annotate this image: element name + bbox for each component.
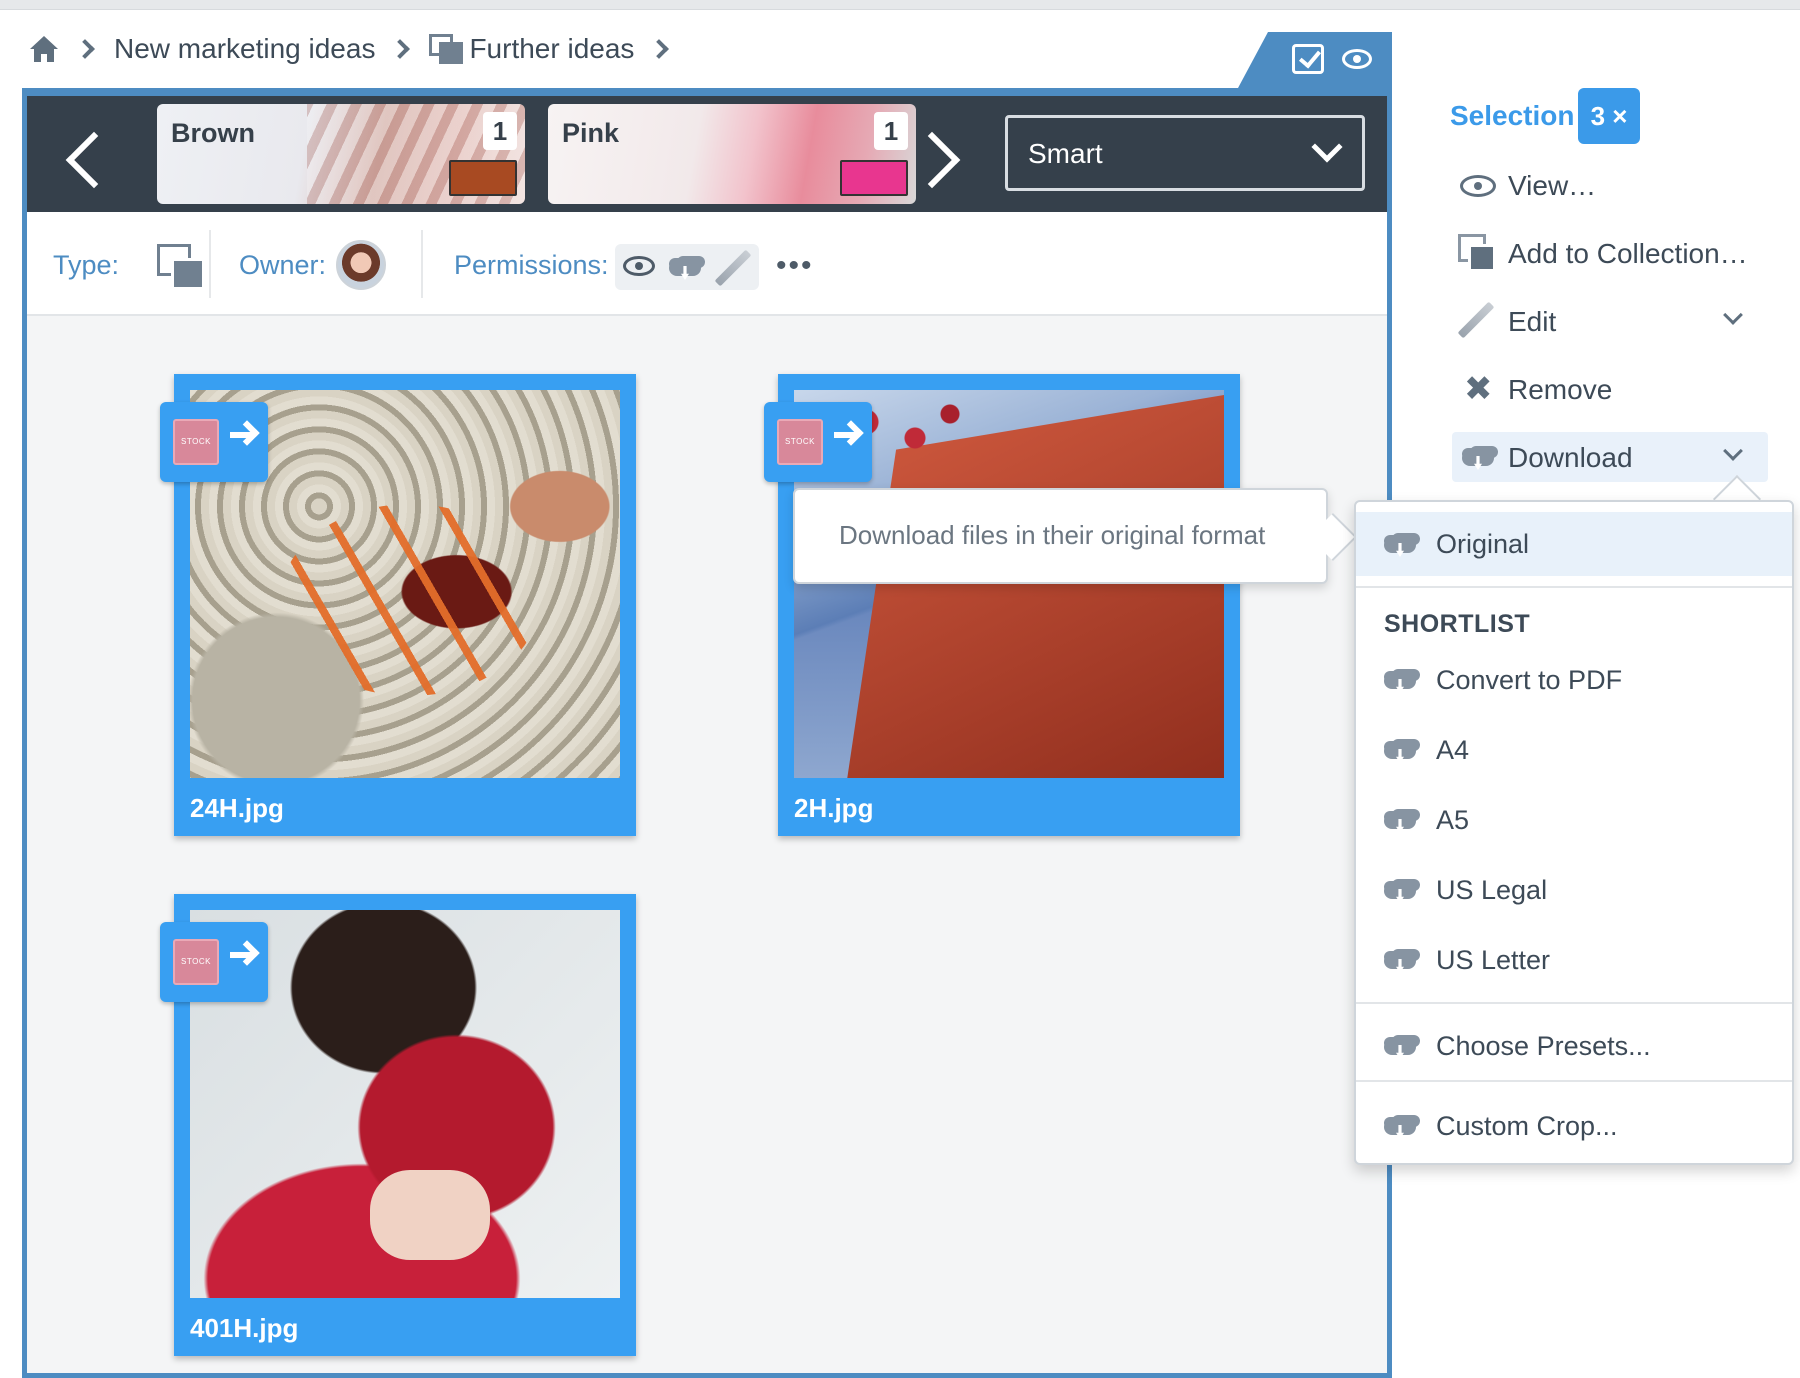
tooltip-text: Download files in their original format [839, 520, 1266, 550]
color-filter-count: 1 [874, 112, 908, 150]
remove-action[interactable]: ✖ Remove [1452, 364, 1768, 414]
a4-option[interactable]: A4 [1356, 718, 1792, 782]
color-chip [840, 160, 908, 196]
add-to-collection-label: Add to Collection… [1508, 238, 1748, 269]
remove-action-label: Remove [1508, 374, 1613, 405]
close-icon: ✖ [1464, 370, 1493, 408]
option-label: Original [1436, 529, 1530, 559]
sort-select[interactable]: Smart [1005, 115, 1365, 191]
asset-filename: 401H.jpg [190, 1313, 299, 1343]
asset-filename: 2H.jpg [794, 793, 874, 823]
us-legal-option[interactable]: US Legal [1356, 858, 1792, 922]
select-mode-icon[interactable] [1292, 44, 1324, 74]
divider [1356, 1080, 1792, 1082]
chevron-right-icon [649, 39, 670, 59]
chevron-right-icon [75, 39, 95, 59]
option-label: Custom Crop... [1436, 1111, 1618, 1141]
option-label: A4 [1436, 735, 1470, 765]
convert-to-pdf-option[interactable]: Convert to PDF [1356, 648, 1792, 712]
chevron-down-icon[interactable] [1723, 305, 1743, 325]
cloud-download-icon [1382, 805, 1418, 835]
option-label: US Letter [1436, 945, 1551, 975]
type-label: Type: [53, 250, 120, 280]
cloud-download-icon [1382, 945, 1418, 975]
eye-icon [1460, 175, 1496, 197]
chevron-down-icon [1311, 131, 1343, 163]
breadcrumb-item-further[interactable]: Further ideas [469, 33, 634, 65]
download-action[interactable]: Download [1452, 432, 1768, 482]
panel-top-border [22, 88, 1392, 96]
download-original-option[interactable]: Original [1356, 512, 1792, 576]
collection-type-icon [157, 244, 207, 294]
home-icon[interactable] [28, 34, 60, 64]
option-label: Choose Presets... [1436, 1031, 1651, 1061]
option-label: US Legal [1436, 875, 1548, 905]
a5-option[interactable]: A5 [1356, 788, 1792, 852]
stock-badge[interactable]: STOCK [160, 402, 268, 482]
cloud-download-icon [1382, 1031, 1418, 1061]
stock-icon: STOCK [173, 419, 219, 465]
selection-title: Selection [1450, 100, 1575, 131]
selection-count-badge[interactable]: 3 × [1578, 88, 1640, 144]
cloud-download-icon [1382, 1111, 1418, 1141]
download-tooltip: Download files in their original format [793, 488, 1358, 584]
download-permission-icon [667, 252, 703, 282]
preview-mode-icon[interactable] [1342, 49, 1372, 69]
stock-icon: STOCK [777, 419, 823, 465]
cloud-download-icon [1382, 529, 1418, 559]
window-top-border [0, 0, 1800, 10]
option-label: Convert to PDF [1436, 665, 1623, 695]
collection-icon [429, 34, 464, 64]
arrow-right-icon [834, 432, 856, 438]
edit-action-label: Edit [1508, 306, 1557, 337]
download-action-label: Download [1508, 442, 1633, 473]
arrow-right-icon [230, 952, 252, 958]
pencil-icon [1457, 301, 1495, 339]
divider [209, 230, 211, 298]
download-menu: Original SHORTLIST Convert to PDF A4 A5 … [1354, 500, 1794, 1165]
us-letter-option[interactable]: US Letter [1356, 928, 1792, 992]
edit-permission-icon [714, 249, 752, 287]
chevron-right-icon [390, 39, 411, 59]
sort-select-value: Smart [1028, 138, 1103, 169]
owner-label: Owner: [239, 250, 327, 280]
choose-presets-option[interactable]: Choose Presets... [1356, 1014, 1792, 1078]
view-action[interactable]: View… [1452, 160, 1768, 210]
color-filter-count: 1 [483, 112, 517, 150]
option-label: A5 [1436, 805, 1470, 835]
divider [1356, 586, 1792, 588]
stock-badge[interactable]: STOCK [160, 922, 268, 1002]
arrow-right-icon [230, 432, 252, 438]
view-permission-icon [623, 256, 655, 276]
color-filter-brown[interactable]: Brown 1 [157, 104, 525, 204]
permissions-group[interactable] [615, 244, 759, 290]
view-mode-tab [1238, 32, 1392, 88]
owner-avatar[interactable] [336, 240, 386, 290]
permissions-label: Permissions: [454, 250, 609, 280]
divider [421, 230, 423, 298]
color-filter-label: Brown [171, 118, 255, 148]
custom-crop-option[interactable]: Custom Crop... [1356, 1094, 1792, 1158]
stock-icon: STOCK [173, 939, 219, 985]
asset-filename: 24H.jpg [190, 793, 284, 823]
view-action-label: View… [1508, 170, 1597, 201]
cloud-download-icon [1460, 442, 1496, 472]
chevron-down-icon[interactable] [1723, 441, 1743, 461]
shortlist-heading: SHORTLIST [1384, 610, 1531, 638]
color-filter-label: Pink [562, 118, 620, 148]
cloud-download-icon [1382, 665, 1418, 695]
add-to-collection-action[interactable]: Add to Collection… [1452, 228, 1768, 278]
cloud-download-icon [1382, 875, 1418, 905]
breadcrumb-item-marketing[interactable]: New marketing ideas [114, 33, 375, 65]
cloud-download-icon [1382, 735, 1418, 765]
breadcrumb: New marketing ideas Further ideas [28, 28, 688, 70]
color-filter-pink[interactable]: Pink 1 [548, 104, 916, 204]
more-options-icon[interactable]: ••• [776, 251, 814, 281]
divider [1356, 1002, 1792, 1004]
collection-icon [1458, 234, 1498, 274]
color-chip [449, 160, 517, 196]
stock-badge[interactable]: STOCK [764, 402, 872, 482]
edit-action[interactable]: Edit [1452, 296, 1768, 346]
